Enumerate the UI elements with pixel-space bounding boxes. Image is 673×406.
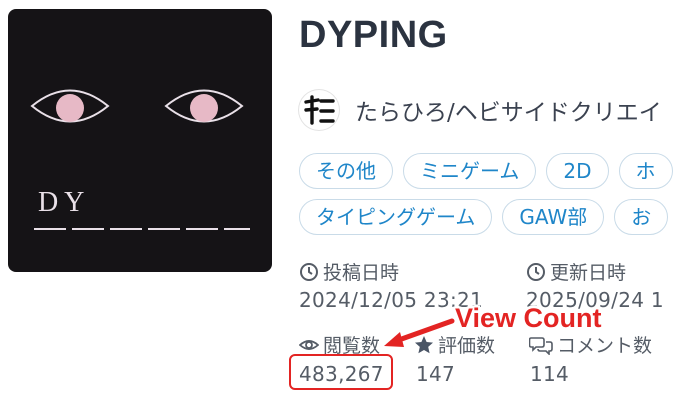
view-count-highlight-box — [289, 354, 393, 390]
tag-chip[interactable]: GAW部 — [502, 199, 605, 235]
tag-chip[interactable]: お — [614, 199, 669, 235]
tag-row-1: その他 ミニゲーム 2D ホ — [299, 153, 673, 189]
author-avatar[interactable] — [299, 90, 339, 130]
clock-icon — [300, 262, 318, 281]
game-title: DYPING — [299, 14, 448, 56]
tag-chip[interactable]: ホ — [618, 153, 673, 189]
tag-chip[interactable]: ミニゲーム — [403, 153, 537, 189]
comments-label-text: コメント数 — [557, 335, 653, 357]
view-count-annotation: View Count — [455, 303, 602, 333]
tag-row-2: タイピングゲーム GAW部 お — [299, 199, 673, 235]
tag-chip[interactable]: 2D — [546, 153, 609, 189]
comments-value: 114 — [530, 362, 570, 386]
eye-icon — [299, 339, 319, 350]
updated-label-text: 更新日時 — [550, 262, 627, 284]
author-logo-icon — [304, 95, 335, 125]
posted-label: 投稿日時 — [299, 258, 399, 285]
annotation-arrow-icon — [384, 318, 455, 347]
tag-list: その他 ミニゲーム 2D ホ タイピングゲーム GAW部 お — [299, 153, 673, 245]
updated-label: 更新日時 — [526, 258, 626, 285]
author-name[interactable]: たらひろ/ヘビサイドクリエイ — [355, 93, 662, 127]
thumbnail-text: D Y — [38, 187, 84, 218]
comments-label: コメント数 — [529, 331, 652, 358]
thumbnail-art: D Y — [30, 89, 250, 230]
tag-chip[interactable]: その他 — [299, 153, 393, 189]
comments-icon — [529, 336, 553, 355]
game-thumbnail[interactable]: D Y — [8, 9, 272, 272]
author-link[interactable]: たらひろ/ヘビサイドクリエイ — [299, 90, 662, 130]
posted-label-text: 投稿日時 — [323, 262, 400, 284]
clock-icon — [527, 262, 545, 281]
rating-value: 147 — [416, 362, 456, 386]
tag-chip[interactable]: タイピングゲーム — [299, 199, 493, 235]
